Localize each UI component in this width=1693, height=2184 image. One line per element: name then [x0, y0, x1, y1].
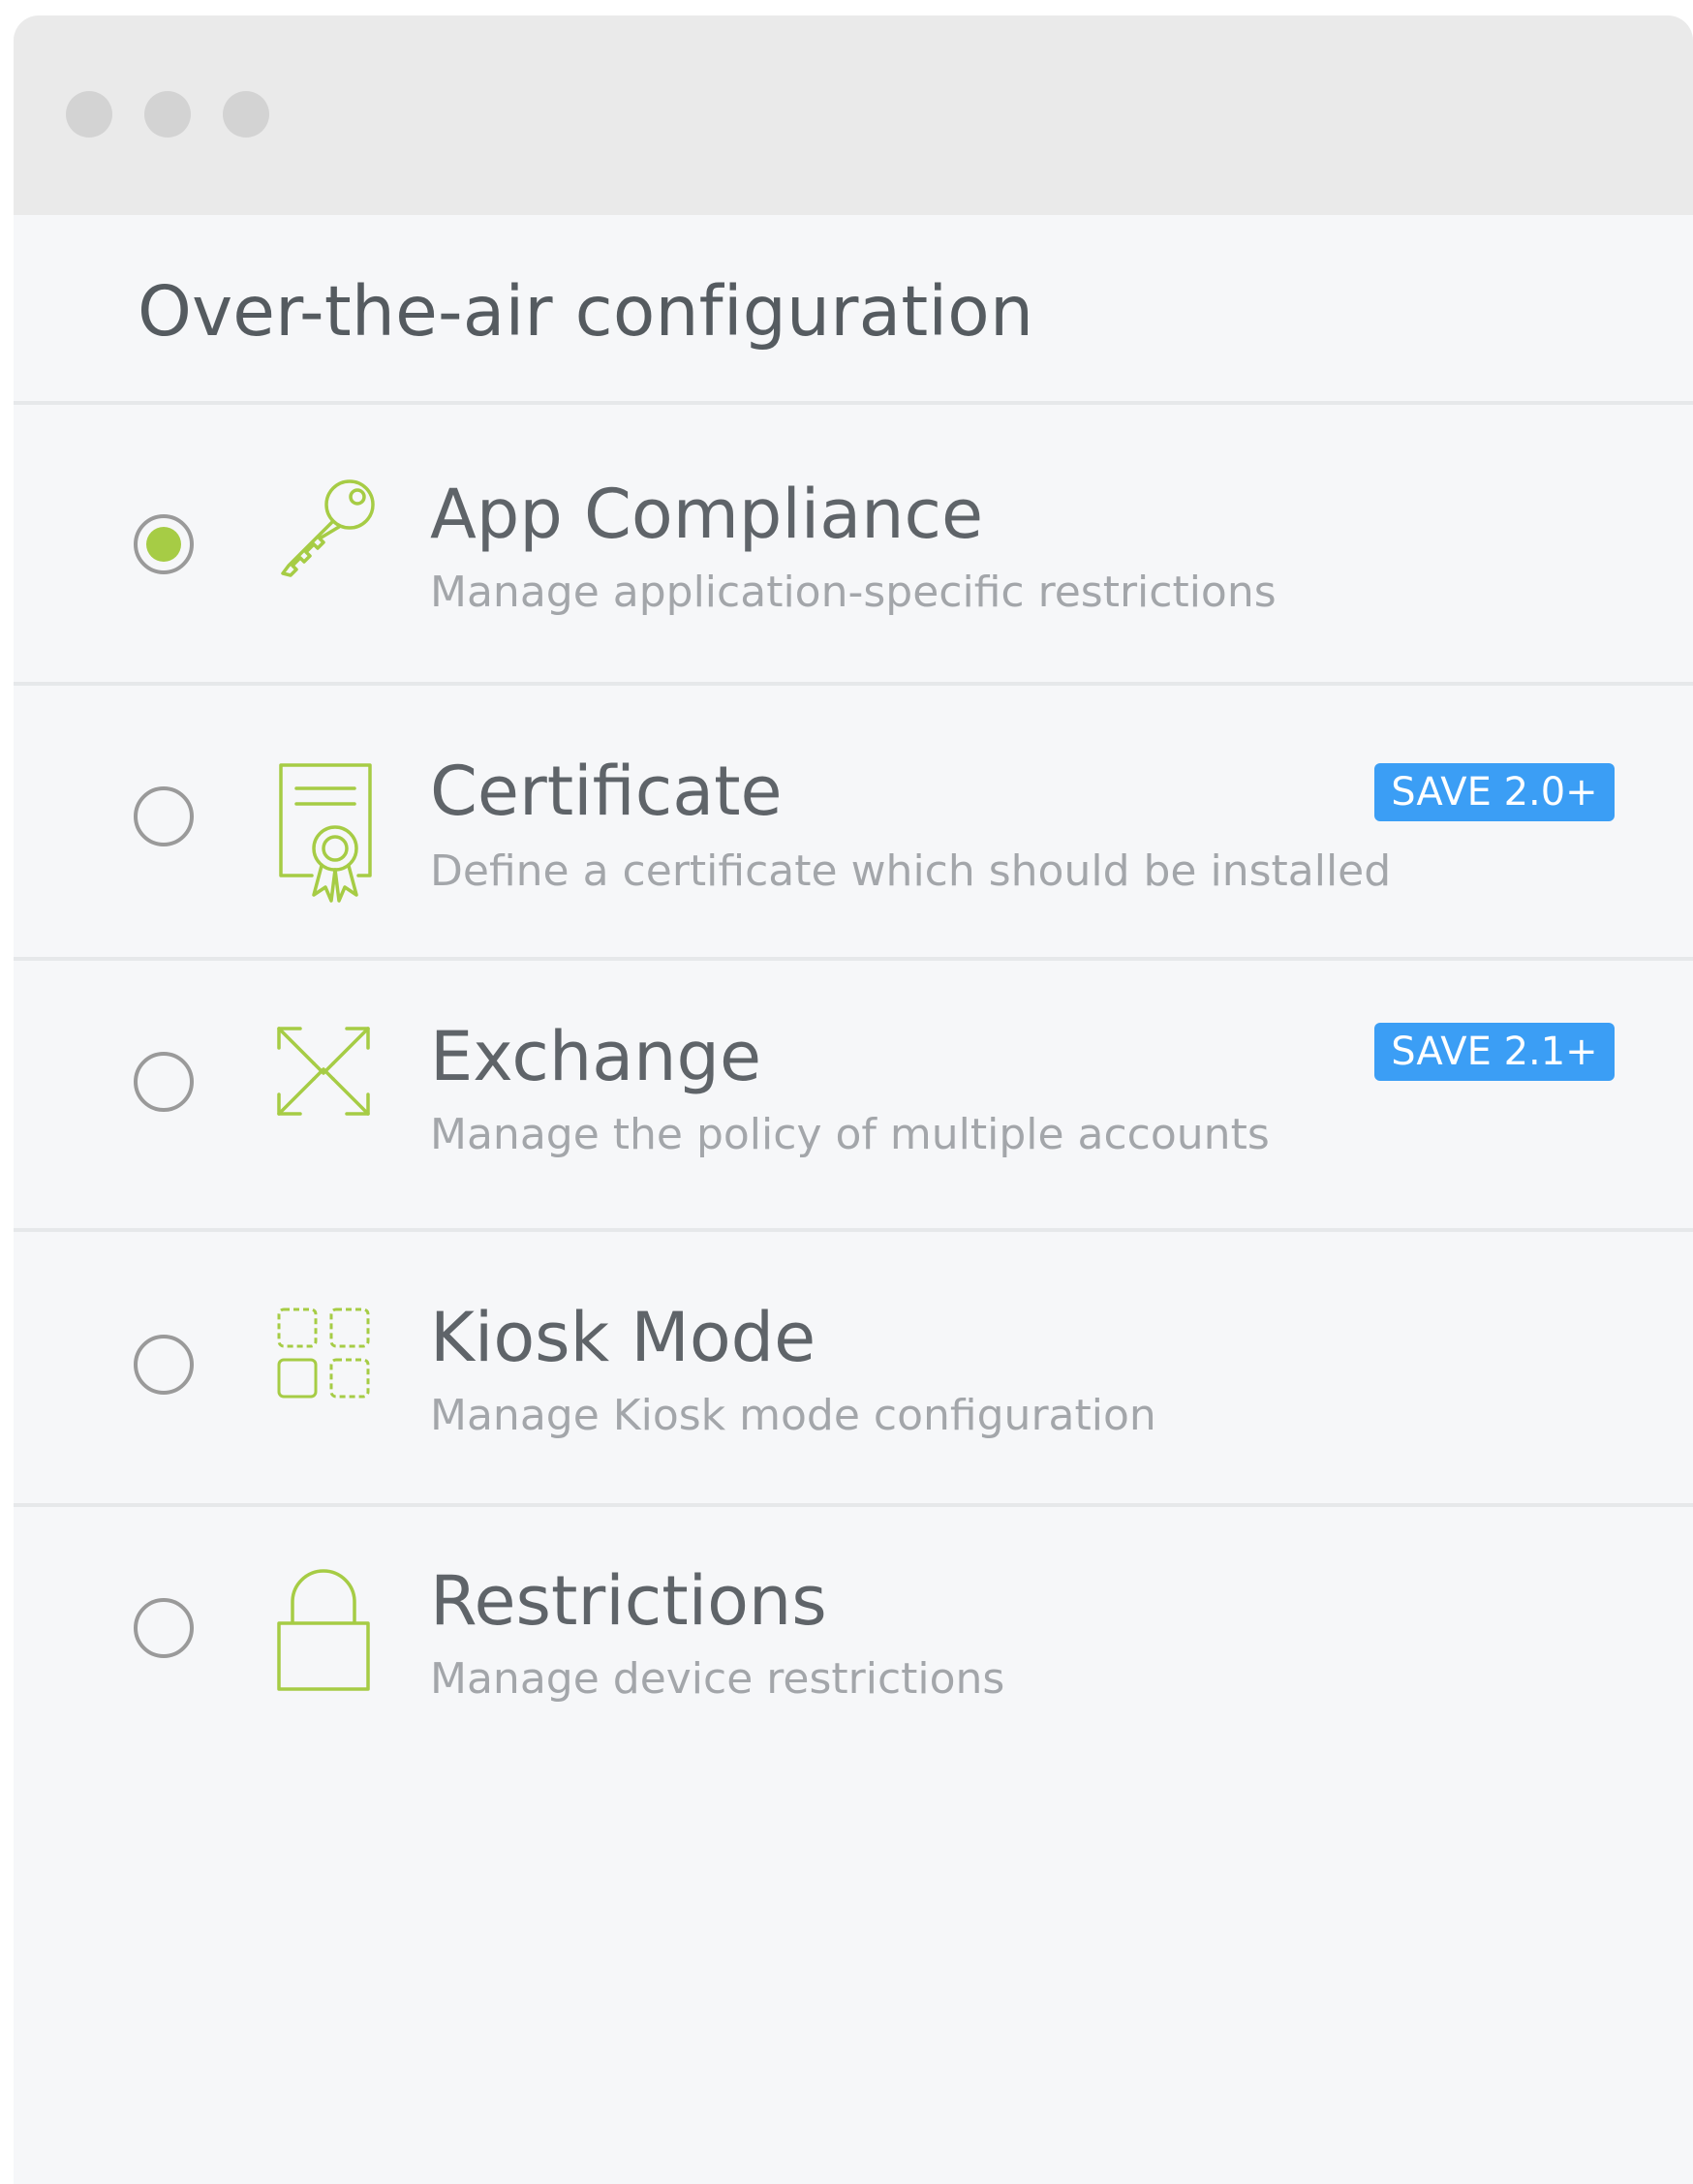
radio-app-compliance[interactable]: [134, 514, 194, 574]
window-minimize-button[interactable]: [144, 91, 191, 138]
page-title: Over-the-air configuration: [138, 271, 1034, 352]
exchange-icon: [275, 1025, 372, 1118]
version-badge: SAVE 2.0+: [1374, 763, 1615, 821]
config-item-restrictions[interactable]: Restrictions Manage device restrictions: [14, 1507, 1693, 1778]
item-title: Restrictions: [430, 1561, 827, 1641]
version-badge: SAVE 2.1+: [1374, 1023, 1615, 1081]
item-title: Certificate: [430, 752, 783, 831]
radio-kiosk-mode[interactable]: [134, 1335, 194, 1395]
certificate-icon: [275, 759, 376, 905]
item-description: Manage Kiosk mode configuration: [430, 1391, 1156, 1440]
config-item-app-compliance[interactable]: App Compliance Manage application-specif…: [14, 405, 1693, 686]
kiosk-grid-icon: [275, 1306, 372, 1400]
config-item-exchange[interactable]: Exchange Manage the policy of multiple a…: [14, 961, 1693, 1232]
item-description: Manage the policy of multiple accounts: [430, 1110, 1270, 1159]
app-window: Over-the-air configuration App Complianc…: [14, 15, 1693, 2184]
radio-restrictions[interactable]: [134, 1598, 194, 1658]
page-header: Over-the-air configuration: [14, 215, 1693, 405]
item-title: App Compliance: [430, 475, 984, 554]
lock-icon: [275, 1569, 372, 1693]
window-titlebar: [14, 15, 1693, 215]
radio-certificate[interactable]: [134, 786, 194, 846]
window-maximize-button[interactable]: [223, 91, 269, 138]
item-title: Kiosk Mode: [430, 1298, 816, 1377]
config-item-kiosk-mode[interactable]: Kiosk Mode Manage Kiosk mode configurati…: [14, 1232, 1693, 1507]
item-title: Exchange: [430, 1017, 762, 1096]
item-description: Manage device restrictions: [430, 1654, 1005, 1704]
key-icon: [275, 473, 382, 579]
item-description: Manage application-specific restrictions: [430, 568, 1277, 617]
radio-exchange[interactable]: [134, 1052, 194, 1112]
config-item-certificate[interactable]: Certificate Define a certificate which s…: [14, 686, 1693, 961]
item-description: Define a certificate which should be ins…: [430, 846, 1392, 896]
window-close-button[interactable]: [66, 91, 112, 138]
